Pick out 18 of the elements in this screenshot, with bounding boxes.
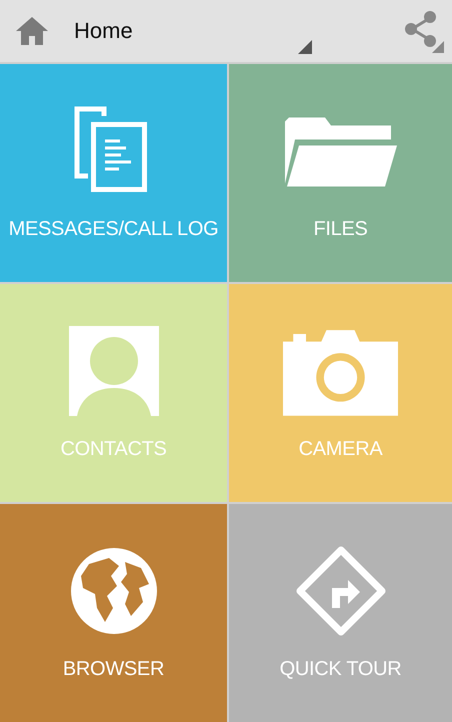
tile-label: BROWSER — [62, 658, 164, 681]
screen-title[interactable]: Home — [74, 18, 133, 44]
tile-label: CAMERA — [298, 438, 382, 461]
app-tile[interactable]: BROWSER — [0, 504, 227, 722]
app-tile[interactable]: FILES — [229, 64, 452, 282]
app-tile[interactable]: MESSAGES/CALL LOG — [0, 64, 227, 282]
tile-label: QUICK TOUR — [280, 658, 402, 681]
tile-label: FILES — [313, 218, 368, 241]
tile-label: CONTACTS — [60, 438, 167, 461]
turn-sign-icon — [296, 546, 386, 636]
app-tile[interactable]: CONTACTS — [0, 284, 227, 502]
app-tile[interactable]: CAMERA — [229, 284, 452, 502]
home-icon[interactable] — [14, 15, 50, 47]
contact-avatar-icon — [68, 326, 158, 416]
dropdown-indicator-icon — [298, 40, 312, 54]
app-tile[interactable]: QUICK TOUR — [229, 504, 452, 722]
globe-icon — [68, 546, 158, 636]
tile-label: MESSAGES/CALL LOG — [8, 218, 218, 241]
